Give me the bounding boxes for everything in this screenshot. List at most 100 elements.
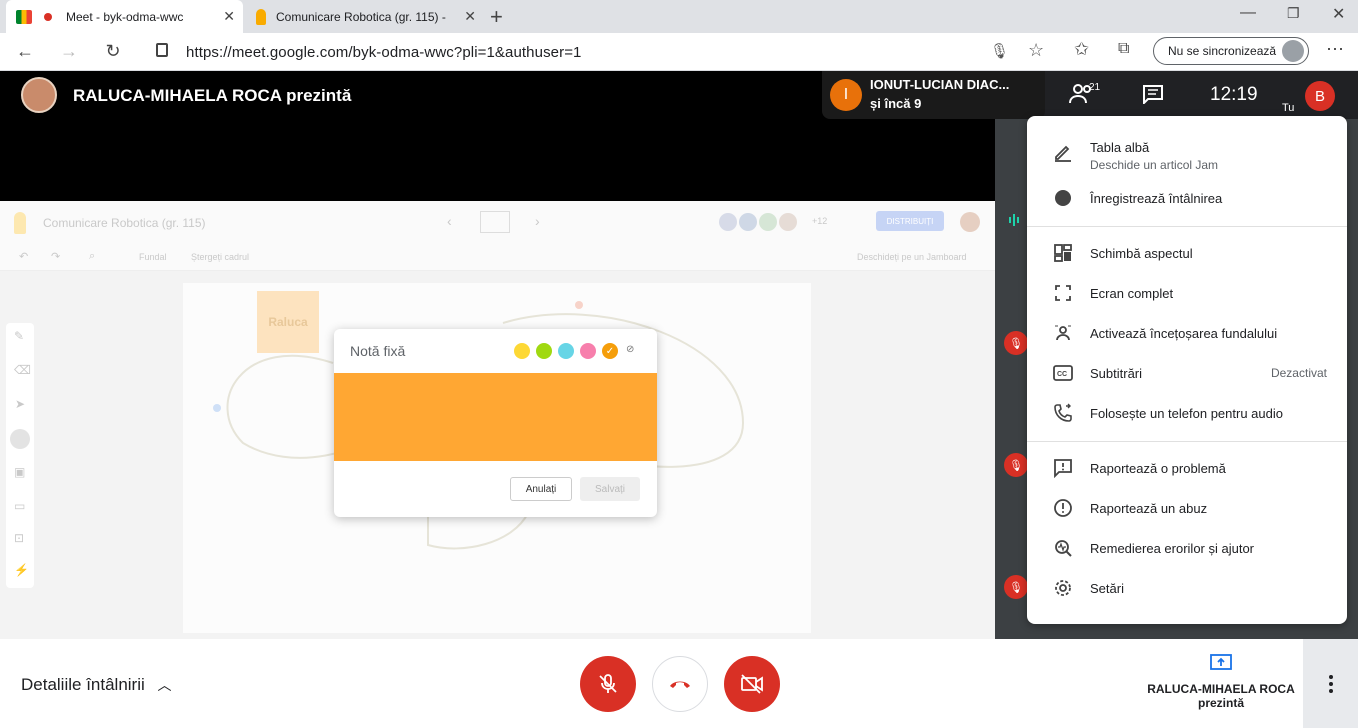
profile-sync-button[interactable]: Nu se sincronizează — [1153, 37, 1309, 65]
toggle-mic-button[interactable] — [580, 656, 636, 712]
sticky-note-editor[interactable] — [334, 373, 657, 461]
presenter-title: RALUCA-MIHAELA ROCA prezintă — [73, 86, 352, 105]
tab-title: Comunicare Robotica (gr. 115) - — [276, 9, 446, 24]
hang-up-icon — [670, 681, 690, 688]
minimize-button[interactable]: — — [1240, 4, 1256, 22]
menu-item-blur[interactable]: Activează încețoșarea fundalului — [1027, 313, 1347, 353]
more-vert-icon — [1328, 674, 1333, 693]
menu-item-settings[interactable]: Setări — [1027, 568, 1347, 608]
phone-icon — [1051, 401, 1075, 425]
favorites-icon[interactable]: ✩ — [1074, 39, 1089, 60]
menu-item-record[interactable]: Înregistrează întâlnirea — [1027, 178, 1347, 218]
share-button: DISTRIBUIȚI — [876, 211, 944, 231]
browser-tab-bar: Meet - byk-odma-wwc ✕ Comunicare Robotic… — [0, 0, 1358, 33]
tool-sidebar: ✎ ⌫ ➤ ▣ ▭ ⊡ ⚡ — [6, 323, 34, 588]
microphone-icon[interactable]: 🎙 — [990, 42, 1009, 60]
speaker-name: IONUT-LUCIAN DIAC... — [870, 77, 1010, 92]
more-options-menu: Tabla albă Deschide un articol Jam Înreg… — [1027, 116, 1347, 624]
menu-item-label: Schimbă aspectul — [1090, 245, 1193, 261]
pen-icon — [1051, 140, 1075, 164]
zoom-icon: ⌕ — [89, 250, 96, 262]
clock: 12:19 — [1210, 84, 1258, 105]
menu-item-label: Activează încețoșarea fundalului — [1090, 325, 1278, 341]
sticky-tool-icon — [10, 429, 30, 449]
tab-close-icon[interactable]: ✕ — [464, 8, 476, 25]
menu-item-report-abuse[interactable]: Raportează un abuz — [1027, 488, 1347, 528]
laser-tool-icon: ⚡ — [14, 563, 29, 577]
new-tab-button[interactable]: + — [490, 4, 503, 30]
no-color-icon[interactable]: ⊘ — [626, 344, 634, 355]
muted-mic-icon: 🎙 — [1004, 331, 1028, 355]
meeting-details-button[interactable]: Detaliile întâlnirii ︿ — [21, 675, 172, 695]
speaker-more: și încă 9 — [870, 96, 922, 111]
menu-item-label: Înregistrează întâlnirea — [1090, 190, 1223, 206]
menu-item-label: Remedierea erorilor și ajutor — [1090, 540, 1255, 556]
recording-dot-icon — [44, 12, 52, 21]
svg-text:CC: CC — [1057, 371, 1067, 378]
tab-jamboard[interactable]: Comunicare Robotica (gr. 115) - ✕ — [246, 0, 484, 33]
address-field[interactable]: https://meet.google.com/byk-odma-wwc?pli… — [140, 37, 1060, 67]
participants-count: 21 — [1089, 82, 1101, 93]
color-orange-swatch[interactable]: ✓ — [602, 343, 618, 359]
close-window-button[interactable]: ✕ — [1332, 4, 1345, 24]
tab-close-icon[interactable]: ✕ — [223, 8, 235, 25]
more-collaborators: +12 — [812, 216, 828, 226]
reload-button[interactable]: ↻ — [101, 41, 125, 62]
toggle-camera-button[interactable] — [724, 656, 780, 712]
menu-item-label: Raportează o problemă — [1090, 460, 1226, 476]
image-tool-icon: ▣ — [14, 465, 26, 479]
blur-icon — [1051, 321, 1075, 345]
menu-item-sub: Deschide un articol Jam — [1090, 158, 1219, 172]
self-avatar[interactable]: B — [1305, 81, 1335, 111]
favorite-star-icon[interactable]: ☆ — [1028, 40, 1044, 61]
forward-button[interactable]: → — [57, 41, 81, 62]
color-blue-swatch[interactable] — [558, 343, 574, 359]
menu-item-captions[interactable]: CC Subtitrări Dezactivat — [1027, 353, 1347, 393]
tab-title: Meet - byk-odma-wwc — [66, 9, 184, 24]
menu-divider — [1027, 226, 1347, 227]
pen-tool-icon: ✎ — [14, 329, 25, 343]
cancel-button[interactable]: Anulați — [510, 477, 572, 501]
feedback-icon — [1051, 456, 1075, 480]
clear-frame-button: Ștergeți cadrul — [191, 252, 250, 262]
collaborator-avatars — [719, 213, 809, 231]
more-options-button[interactable] — [1303, 639, 1358, 728]
color-green-swatch[interactable] — [536, 343, 552, 359]
profile-avatar — [1282, 40, 1304, 62]
meeting-controls-bar: Detaliile întâlnirii ︿ RALUCA-MIHAELA RO… — [0, 639, 1358, 728]
troubleshoot-icon — [1051, 536, 1075, 560]
share-label: DISTRIBUIȚI — [886, 216, 934, 226]
collections-icon[interactable]: ⧉ — [1118, 40, 1129, 58]
menu-item-report-problem[interactable]: Raportează o problemă — [1027, 448, 1347, 488]
presenting-label: prezintă — [1197, 696, 1244, 710]
jamboard-title: Comunicare Robotica (gr. 115) — [43, 216, 206, 230]
menu-item-phone-audio[interactable]: Folosește un telefon pentru audio — [1027, 393, 1347, 433]
chat-icon[interactable] — [1142, 84, 1164, 109]
save-button[interactable]: Salvați — [580, 477, 640, 501]
color-yellow-swatch[interactable] — [514, 343, 530, 359]
menu-item-troubleshoot[interactable]: Remedierea erorilor și ajutor — [1027, 528, 1347, 568]
gear-icon — [1051, 576, 1075, 600]
presenting-indicator[interactable]: RALUCA-MIHAELA ROCA prezintă — [1140, 653, 1302, 710]
back-button[interactable]: ← — [13, 41, 37, 62]
menu-item-label: Tabla albă — [1090, 140, 1150, 155]
layout-icon — [1051, 241, 1075, 265]
menu-item-label: Folosește un telefon pentru audio — [1090, 405, 1283, 421]
shape-tool-icon: ▭ — [14, 499, 26, 513]
active-speaker-card[interactable]: I IONUT-LUCIAN DIAC... și încă 9 — [822, 71, 1045, 119]
alert-icon — [1051, 496, 1075, 520]
lock-icon — [156, 43, 168, 57]
restore-button[interactable]: ❐ — [1287, 5, 1300, 22]
dialog-title: Notă fixă — [350, 343, 406, 359]
menu-item-label: Ecran complet — [1090, 285, 1174, 301]
self-label: Tu — [1282, 102, 1295, 114]
jamboard-toolbar: ↶ ↷ ⌕ Fundal Ștergeți cadrul Deschideți … — [0, 245, 995, 271]
jamboard-favicon-icon — [256, 8, 266, 25]
tab-meet[interactable]: Meet - byk-odma-wwc ✕ — [6, 0, 243, 33]
color-pink-swatch[interactable] — [580, 343, 596, 359]
leave-call-button[interactable] — [652, 656, 708, 712]
menu-item-layout[interactable]: Schimbă aspectul — [1027, 233, 1347, 273]
menu-item-whiteboard[interactable]: Tabla albă Deschide un articol Jam — [1027, 126, 1347, 178]
menu-item-fullscreen[interactable]: Ecran complet — [1027, 273, 1347, 313]
browser-menu-icon[interactable]: ⋯ — [1326, 39, 1344, 60]
